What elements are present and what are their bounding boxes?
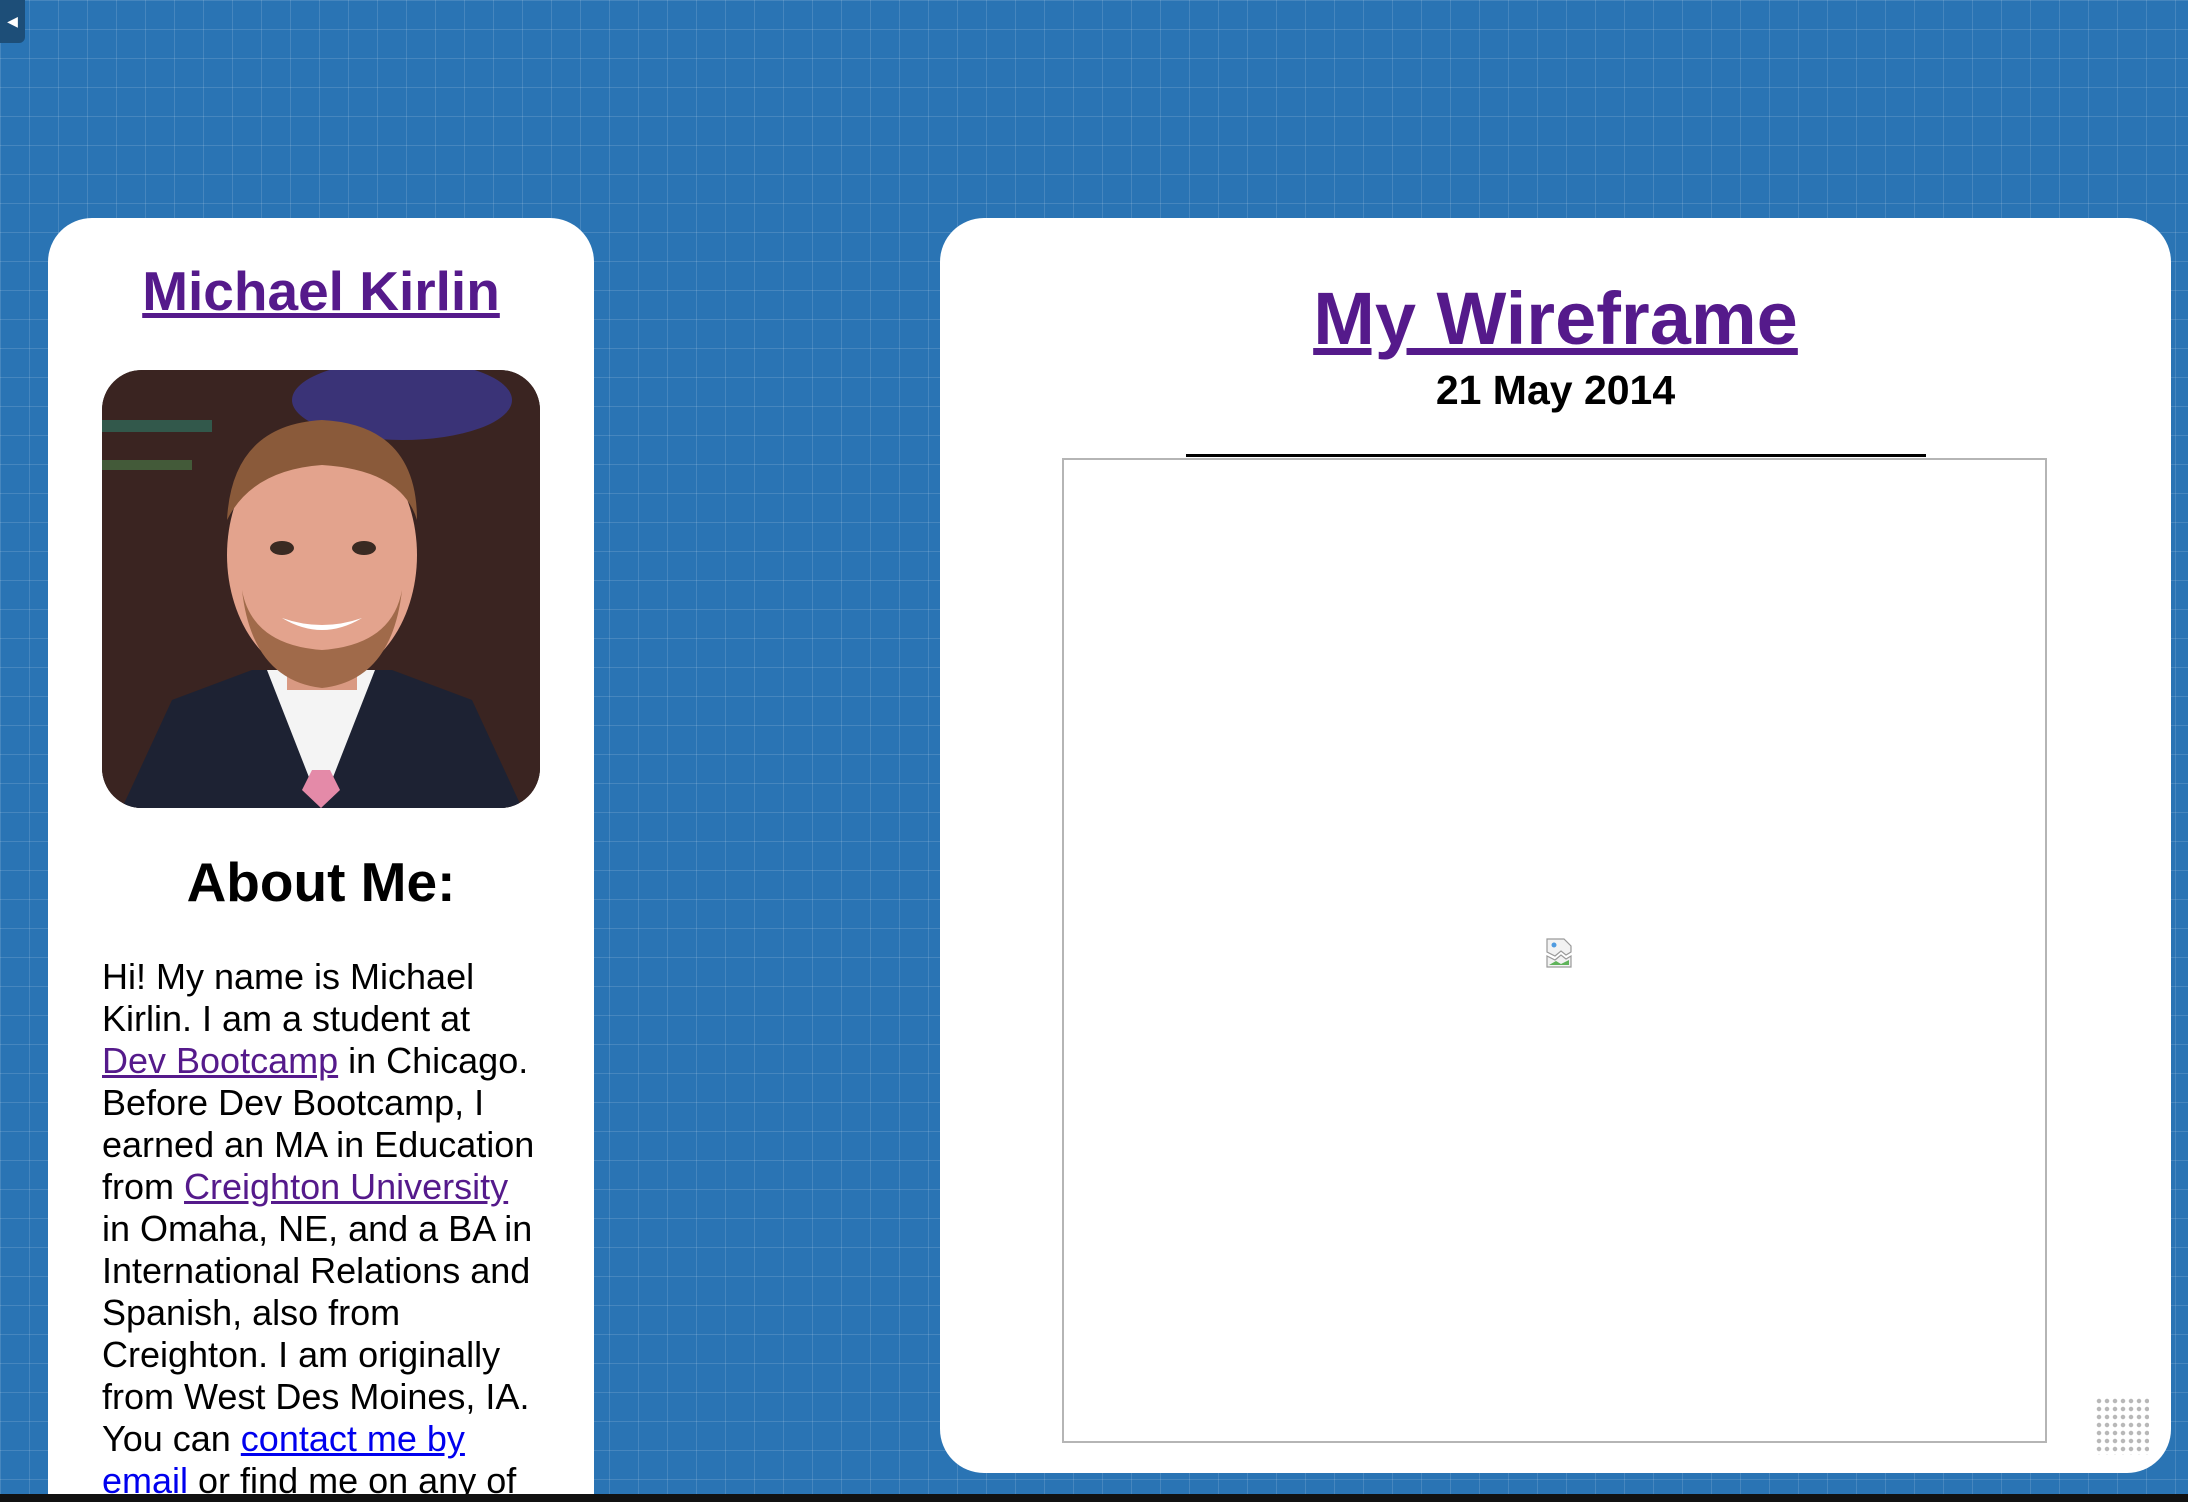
wireframe-card: My Wireframe 21 May 2014 <box>940 218 2171 1473</box>
resize-grip-icon[interactable] <box>2095 1397 2149 1455</box>
bio-text: Hi! My name is Michael Kirlin. I am a st… <box>102 956 540 1498</box>
triangle-left-icon: ◀ <box>7 13 18 29</box>
title-divider <box>1186 454 1926 457</box>
bio-text-part: or find me on any of <box>188 1460 517 1498</box>
wireframe-image-frame <box>1062 458 2047 1443</box>
broken-image-icon <box>1546 938 1572 968</box>
sidebar-toggle-button[interactable]: ◀ <box>0 0 25 43</box>
wireframe-title-link[interactable]: My Wireframe <box>940 282 2171 356</box>
window-bottom-bar <box>0 1494 2188 1502</box>
profile-name-link[interactable]: Michael Kirlin <box>102 261 540 322</box>
post-date: 21 May 2014 <box>1435 367 1676 413</box>
profile-photo <box>102 369 540 808</box>
creighton-university-link[interactable]: Creighton University <box>184 1166 508 1207</box>
about-me-heading: About Me: <box>186 850 456 913</box>
profile-sidebar: Michael Kirlin About Me: Hi! My name is … <box>48 218 594 1498</box>
dev-bootcamp-link[interactable]: Dev Bootcamp <box>102 1040 338 1081</box>
bio-text-part: Hi! My name is Michael Kirlin. I am a st… <box>102 956 475 1039</box>
